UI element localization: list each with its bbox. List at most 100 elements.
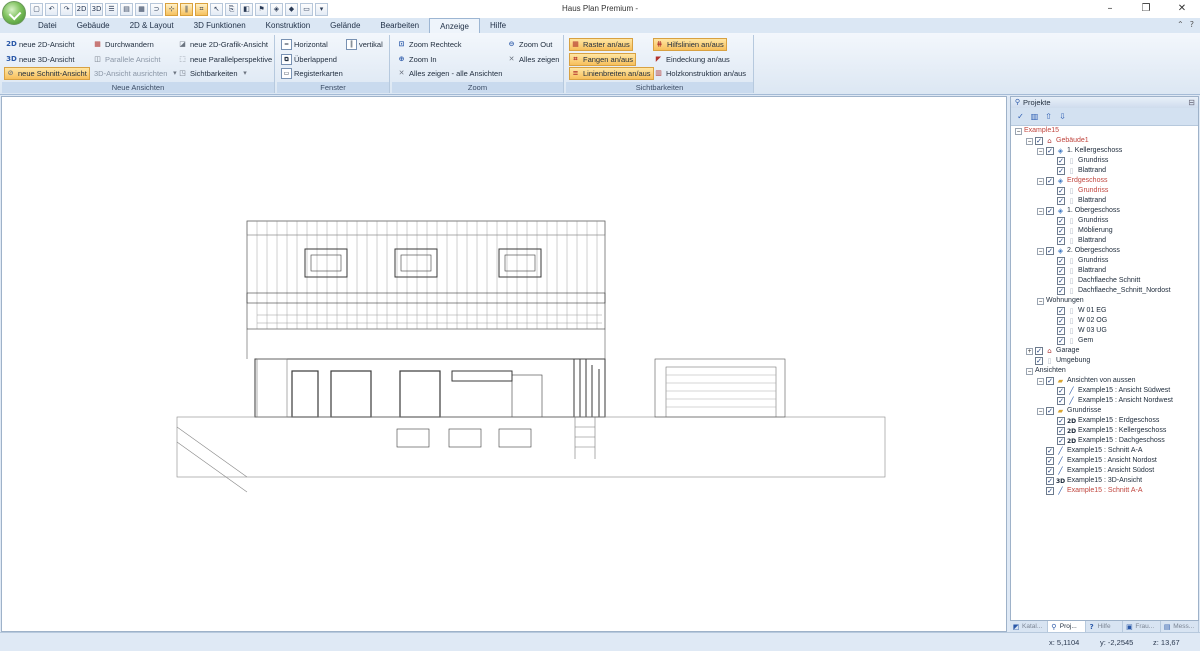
- show-all-views-button[interactable]: ✕ Alles zeigen - alle Ansichten: [396, 67, 504, 80]
- visibility-checkbox[interactable]: ✓: [1057, 267, 1065, 275]
- tab-gelände[interactable]: Gelände: [320, 18, 370, 33]
- floor-icon[interactable]: ▤: [120, 2, 133, 16]
- pointer-icon[interactable]: ↖: [210, 2, 223, 16]
- snap-icon[interactable]: ⊹: [165, 2, 178, 16]
- tree-node[interactable]: ✓ ▯ Gem: [1048, 336, 1093, 346]
- visibility-checkbox[interactable]: ✓: [1046, 207, 1054, 215]
- tile-vertical-button[interactable]: ║ vertikal: [346, 38, 385, 51]
- minimize-button[interactable]: –: [1092, 0, 1128, 18]
- redo-icon[interactable]: ↷: [60, 2, 73, 16]
- eraser-icon[interactable]: ◆: [285, 2, 298, 16]
- tree-node[interactable]: ✓ ╱ Example15 : Ansicht Nordwest: [1048, 396, 1173, 406]
- visibility-checkbox[interactable]: ✓: [1057, 427, 1065, 435]
- visibility-checkbox[interactable]: ✓: [1057, 287, 1065, 295]
- tree-node[interactable]: ✓ 2D Example15 : Erdgeschoss: [1048, 416, 1159, 426]
- walkthrough-button[interactable]: ▦ Durchwandern: [92, 38, 156, 51]
- collapse-icon[interactable]: −: [1037, 147, 1044, 155]
- properties-icon[interactable]: ▥: [1029, 111, 1040, 122]
- tab-3d-funktionen[interactable]: 3D Funktionen: [184, 18, 256, 33]
- visibility-checkbox[interactable]: ✓: [1046, 477, 1054, 485]
- drawing-canvas[interactable]: [1, 96, 1007, 632]
- zoom-rectangle-button[interactable]: ⊡ Zoom Rechteck: [396, 38, 464, 51]
- move-down-icon[interactable]: ⇩: [1057, 111, 1068, 122]
- visibility-checkbox[interactable]: ✓: [1057, 397, 1065, 405]
- tree-node[interactable]: − Wohnungen: [1037, 296, 1084, 306]
- tree-node[interactable]: ✓ ▯ Blattrand: [1048, 196, 1106, 206]
- visibility-checkbox[interactable]: ✓: [1057, 387, 1065, 395]
- tab-2d-layout[interactable]: 2D & Layout: [120, 18, 184, 33]
- show-all-button[interactable]: ✕ Alles zeigen: [506, 53, 561, 66]
- maximize-button[interactable]: ❐: [1128, 0, 1164, 18]
- paint-icon[interactable]: ◈: [270, 2, 283, 16]
- tree-node[interactable]: ✓ ╱ Example15 : Ansicht Südwest: [1048, 386, 1170, 396]
- new-3d-view-button[interactable]: 3D neue 3D-Ansicht: [6, 53, 76, 66]
- snap-toggle-button[interactable]: ⌗ Fangen an/aus: [569, 53, 637, 66]
- visibilities-dropdown[interactable]: ◳ Sichtbarkeiten ▾: [177, 67, 253, 80]
- tree-node[interactable]: ✓ ▯ Möblierung: [1048, 226, 1113, 236]
- line-widths-toggle-button[interactable]: ≡ Linienbreiten an/aus: [569, 67, 654, 80]
- roofing-toggle-button[interactable]: ◤ Eindeckung an/aus: [653, 53, 732, 66]
- tile-horizontal-button[interactable]: ═ Horizontal: [281, 38, 330, 51]
- move-up-icon[interactable]: ⇧: [1043, 111, 1054, 122]
- tree-node[interactable]: ✓ ▯ Blattrand: [1048, 166, 1106, 176]
- roof-icon[interactable]: ▦: [135, 2, 148, 16]
- visibility-checkbox[interactable]: ✓: [1057, 157, 1065, 165]
- new-parallel-perspective-button[interactable]: ⬚ neue Parallelperspektive: [177, 53, 274, 66]
- tree-node[interactable]: ✓ ╱ Example15 : Schnitt A-A: [1037, 446, 1142, 456]
- tab-bearbeiten[interactable]: Bearbeiten: [370, 18, 429, 33]
- new-2d-view-button[interactable]: 2D neue 2D-Ansicht: [6, 38, 76, 51]
- tree-node[interactable]: ✓ 2D Example15 : Kellergeschoss: [1048, 426, 1166, 436]
- collapse-icon[interactable]: −: [1037, 207, 1044, 215]
- tree-node[interactable]: ✓ ▯ W 03 UG: [1048, 326, 1107, 336]
- undo-icon[interactable]: ↶: [45, 2, 58, 16]
- visibility-checkbox[interactable]: ✓: [1035, 357, 1043, 365]
- tree-node[interactable]: ✓ 3D Example15 : 3D-Ansicht: [1037, 476, 1142, 486]
- collapse-icon[interactable]: −: [1037, 297, 1044, 305]
- parallel-view-button[interactable]: ◫ Parallele Ansicht: [92, 53, 162, 66]
- visibility-checkbox[interactable]: ✓: [1046, 407, 1054, 415]
- measure-icon[interactable]: ⌗: [195, 2, 208, 16]
- tab-datei[interactable]: Datei: [28, 18, 67, 33]
- visibility-checkbox[interactable]: ✓: [1046, 177, 1054, 185]
- tabbed-windows-button[interactable]: ▭ Registerkarten: [281, 67, 345, 80]
- tree-node[interactable]: ✓ ▯ Dachflaeche_Schnitt_Nordost: [1048, 286, 1171, 296]
- collapse-icon[interactable]: −: [1026, 367, 1033, 375]
- visibility-checkbox[interactable]: ✓: [1057, 317, 1065, 325]
- tree-node[interactable]: ✓ ▯ Blattrand: [1048, 236, 1106, 246]
- visibility-checkbox[interactable]: ✓: [1046, 247, 1054, 255]
- visibility-checkbox[interactable]: ✓: [1046, 447, 1054, 455]
- visibility-checkbox[interactable]: ✓: [1046, 147, 1054, 155]
- new-section-view-button[interactable]: ⊘ neue Schnitt-Ansicht: [4, 67, 90, 80]
- visibility-checkbox[interactable]: ✓: [1057, 417, 1065, 425]
- visibility-checkbox[interactable]: ✓: [1046, 457, 1054, 465]
- ribbon-collapse-button[interactable]: ⌃: [1177, 20, 1184, 29]
- collapse-icon[interactable]: −: [1037, 407, 1044, 415]
- page-icon[interactable]: ▭: [300, 2, 313, 16]
- tree-node[interactable]: ✓ ▯ W 01 EG: [1048, 306, 1106, 316]
- visibility-checkbox[interactable]: ✓: [1057, 197, 1065, 205]
- tree-node[interactable]: ✓ ▯ Umgebung: [1026, 356, 1090, 366]
- visibility-checkbox[interactable]: ✓: [1057, 437, 1065, 445]
- tab-gebäude[interactable]: Gebäude: [67, 18, 120, 33]
- collapse-icon[interactable]: −: [1015, 127, 1022, 135]
- tree-node[interactable]: ✓ 2D Example15 : Dachgeschoss: [1048, 436, 1165, 446]
- visibility-checkbox[interactable]: ✓: [1057, 237, 1065, 245]
- tree-node[interactable]: + ✓ ⌂ Garage: [1026, 346, 1079, 356]
- panel-pin-button[interactable]: ⊟: [1188, 97, 1195, 108]
- new-doc-icon[interactable]: ▢: [30, 2, 43, 16]
- tree-node[interactable]: ✓ ▯ W 02 OG: [1048, 316, 1107, 326]
- zoom-out-button[interactable]: ⊖ Zoom Out: [506, 38, 554, 51]
- visibility-checkbox[interactable]: ✓: [1046, 487, 1054, 495]
- expand-icon[interactable]: +: [1026, 347, 1033, 355]
- check-icon[interactable]: ✓: [1015, 111, 1026, 122]
- visibility-checkbox[interactable]: ✓: [1057, 187, 1065, 195]
- tree-node[interactable]: ✓ ▯ Blattrand: [1048, 266, 1106, 276]
- visibility-checkbox[interactable]: ✓: [1057, 307, 1065, 315]
- visibility-checkbox[interactable]: ✓: [1046, 467, 1054, 475]
- grid-toggle-button[interactable]: ▦ Raster an/aus: [569, 38, 633, 51]
- close-button[interactable]: ✕: [1164, 0, 1200, 18]
- tree-node[interactable]: ✓ ╱ Example15 : Ansicht Südost: [1037, 466, 1154, 476]
- wall-icon[interactable]: ☰: [105, 2, 118, 16]
- visibility-checkbox[interactable]: ✓: [1057, 337, 1065, 345]
- magnet-icon[interactable]: ⊃: [150, 2, 163, 16]
